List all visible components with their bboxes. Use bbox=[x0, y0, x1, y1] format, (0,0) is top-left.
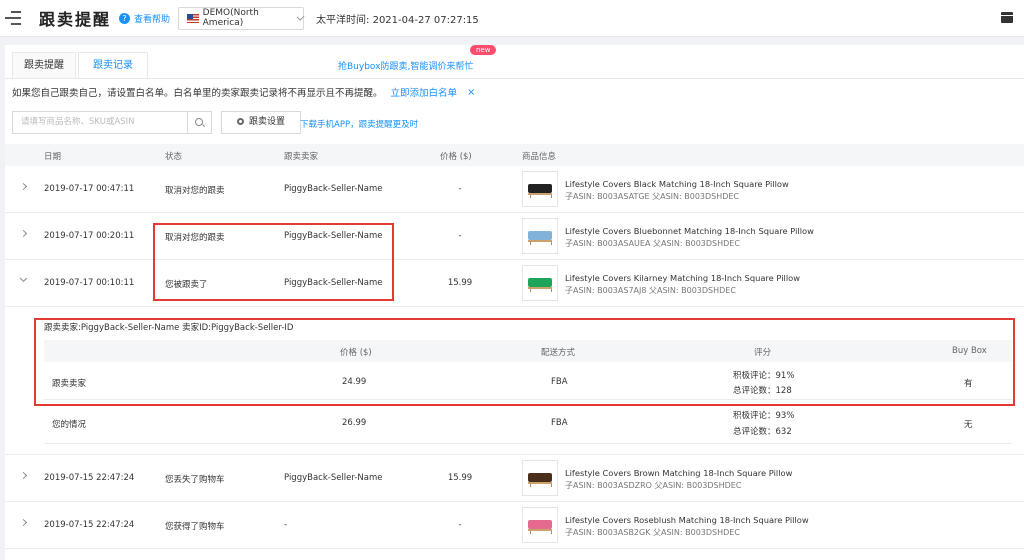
table-row[interactable]: 2019-07-17 00:47:11 取消对您的跟卖 PiggyBack-Sell… bbox=[5, 166, 1024, 213]
chevron-right-icon[interactable] bbox=[19, 518, 28, 527]
row-date: 2019-07-17 00:47:11 bbox=[44, 184, 135, 194]
row-price: - bbox=[458, 231, 462, 241]
product-asin: 子ASIN: B003ASATGE 父ASIN: B003DSHDEC bbox=[565, 192, 740, 201]
row-status: 取消对您的跟卖 bbox=[165, 186, 225, 196]
gift-icon[interactable] bbox=[1001, 12, 1013, 23]
row-status: 您丢失了购物车 bbox=[165, 475, 225, 485]
detail-row-fulfillment: FBA bbox=[551, 418, 568, 428]
help-link[interactable]: 查看帮助 bbox=[134, 12, 170, 25]
row-status: 您获得了购物车 bbox=[165, 522, 225, 532]
new-badge: new bbox=[470, 45, 497, 55]
table-row[interactable]: 2019-07-15 22:47:24 您获得了购物车 - - Lifestyle Co… bbox=[5, 502, 1024, 549]
product-asin: 子ASIN: B003AS7AJ8 父ASIN: B003DSHDEC bbox=[565, 286, 736, 295]
table-row[interactable]: 2019-07-15 22:47:24 您丢失了购物车 PiggyBack-Sell… bbox=[5, 455, 1024, 502]
tab-alerts[interactable]: 跟卖提醒 bbox=[12, 52, 76, 79]
sofa-image-icon bbox=[528, 184, 552, 198]
detail-row-total: 总评论数：632 bbox=[733, 427, 792, 437]
product-name[interactable]: Lifestyle Covers Brown Matching 18-Inch … bbox=[565, 468, 792, 478]
row-seller: - bbox=[284, 520, 288, 530]
row-price: - bbox=[458, 520, 462, 530]
row-date: 2019-07-17 00:10:11 bbox=[44, 278, 135, 288]
chevron-right-icon[interactable] bbox=[19, 229, 28, 238]
store-select[interactable]: DEMO(North America) bbox=[178, 6, 305, 30]
main-card: 跟卖提醒 跟卖记录 抢Buybox防跟卖,智能调价来帮忙 new 如果您自己跟卖… bbox=[5, 45, 1024, 560]
tab-records[interactable]: 跟卖记录 bbox=[78, 52, 148, 79]
product-thumbnail[interactable] bbox=[522, 507, 558, 543]
product-name[interactable]: Lifestyle Covers Black Matching 18-Inch … bbox=[565, 179, 789, 189]
sofa-image-icon bbox=[528, 231, 552, 245]
detail-row-price: 26.99 bbox=[342, 418, 367, 428]
notice-text: 如果您自己跟卖自己，请设置白名单。白名单里的卖家跟卖记录将不再显示且不再提醒。 bbox=[12, 88, 383, 99]
sofa-image-icon bbox=[528, 278, 552, 292]
page-title: 跟卖提醒 bbox=[39, 10, 112, 29]
table-header: 日期 状态 跟卖卖家 价格 ($) 商品信息 bbox=[5, 144, 1024, 166]
highlight-box-status bbox=[153, 223, 394, 301]
row-price: 15.99 bbox=[447, 473, 473, 483]
search-box: 请填写商品名称、SKU或ASIN bbox=[12, 111, 212, 134]
top-bar: 跟卖提醒 ? 查看帮助 DEMO(North America) 太平洋时间: 2… bbox=[0, 0, 1024, 37]
detail-row-buybox: 无 bbox=[964, 420, 973, 430]
detail-row-positive: 积极评论：93% bbox=[733, 411, 795, 421]
help-icon[interactable]: ? bbox=[119, 12, 131, 24]
download-app-link[interactable]: 下载手机APP，跟卖提醒更及时 bbox=[300, 118, 418, 130]
promo-link[interactable]: 抢Buybox防跟卖,智能调价来帮忙 bbox=[338, 59, 473, 72]
chevron-right-icon[interactable] bbox=[19, 471, 28, 480]
detail-row: 您的情况 26.99 FBA 积极评论：93% 总评论数：632 无 bbox=[44, 406, 1012, 444]
chevron-down-icon[interactable] bbox=[19, 274, 28, 283]
store-select-value: DEMO(North America) bbox=[202, 8, 259, 28]
col-status: 状态 bbox=[165, 152, 183, 162]
detail-row-name: 您的情况 bbox=[52, 420, 87, 430]
product-name[interactable]: Lifestyle Covers Kilarney Matching 18-In… bbox=[565, 273, 800, 283]
row-date: 2019-07-15 22:47:24 bbox=[44, 520, 135, 530]
row-seller: PiggyBack-Seller-Name bbox=[284, 473, 383, 483]
highlight-box-detail bbox=[34, 318, 1015, 406]
menu-toggle-icon[interactable] bbox=[5, 11, 23, 25]
product-name[interactable]: Lifestyle Covers Roseblush Matching 18-I… bbox=[565, 515, 809, 525]
gear-icon bbox=[236, 118, 244, 125]
settings-button[interactable]: 跟卖设置 bbox=[221, 111, 301, 134]
row-price: 15.99 bbox=[447, 278, 473, 288]
product-thumbnail[interactable] bbox=[522, 460, 558, 496]
chevron-down-icon bbox=[296, 12, 305, 21]
row-date: 2019-07-17 00:20:11 bbox=[44, 231, 135, 241]
sofa-image-icon bbox=[528, 473, 552, 487]
chevron-right-icon[interactable] bbox=[19, 182, 28, 191]
row-price: - bbox=[458, 184, 462, 194]
product-name[interactable]: Lifestyle Covers Bluebonnet Matching 18-… bbox=[565, 226, 814, 236]
row-date: 2019-07-15 22:47:24 bbox=[44, 473, 135, 483]
add-whitelist-link[interactable]: 立即添加白名单 bbox=[391, 85, 458, 99]
col-date: 日期 bbox=[44, 152, 62, 162]
settings-button-label: 跟卖设置 bbox=[248, 117, 285, 127]
us-flag-icon bbox=[187, 13, 199, 23]
sofa-image-icon bbox=[528, 520, 552, 534]
product-thumbnail[interactable] bbox=[522, 171, 558, 207]
col-seller: 跟卖卖家 bbox=[284, 152, 319, 162]
col-price: 价格 ($) bbox=[440, 152, 472, 162]
whitelist-notice: 如果您自己跟卖自己，请设置白名单。白名单里的卖家跟卖记录将不再显示且不再提醒。 … bbox=[12, 85, 475, 100]
tab-bar: 跟卖提醒 跟卖记录 bbox=[12, 52, 150, 79]
product-asin: 子ASIN: B003ASB2GK 父ASIN: B003DSHDEC bbox=[565, 528, 740, 537]
tabs-divider bbox=[5, 78, 1024, 79]
col-product: 商品信息 bbox=[522, 152, 557, 162]
row-seller: PiggyBack-Seller-Name bbox=[284, 184, 383, 194]
search-input[interactable]: 请填写商品名称、SKU或ASIN bbox=[13, 112, 187, 133]
product-thumbnail[interactable] bbox=[522, 218, 558, 254]
close-icon[interactable]: × bbox=[467, 87, 475, 98]
search-icon[interactable] bbox=[187, 112, 211, 133]
product-asin: 子ASIN: B003ASDZRO 父ASIN: B003DSHDEC bbox=[565, 481, 742, 490]
product-thumbnail[interactable] bbox=[522, 265, 558, 301]
product-asin: 子ASIN: B003ASAUEA 父ASIN: B003DSHDEC bbox=[565, 239, 740, 248]
pacific-time: 太平洋时间: 2021-04-27 07:27:15 bbox=[316, 14, 479, 26]
